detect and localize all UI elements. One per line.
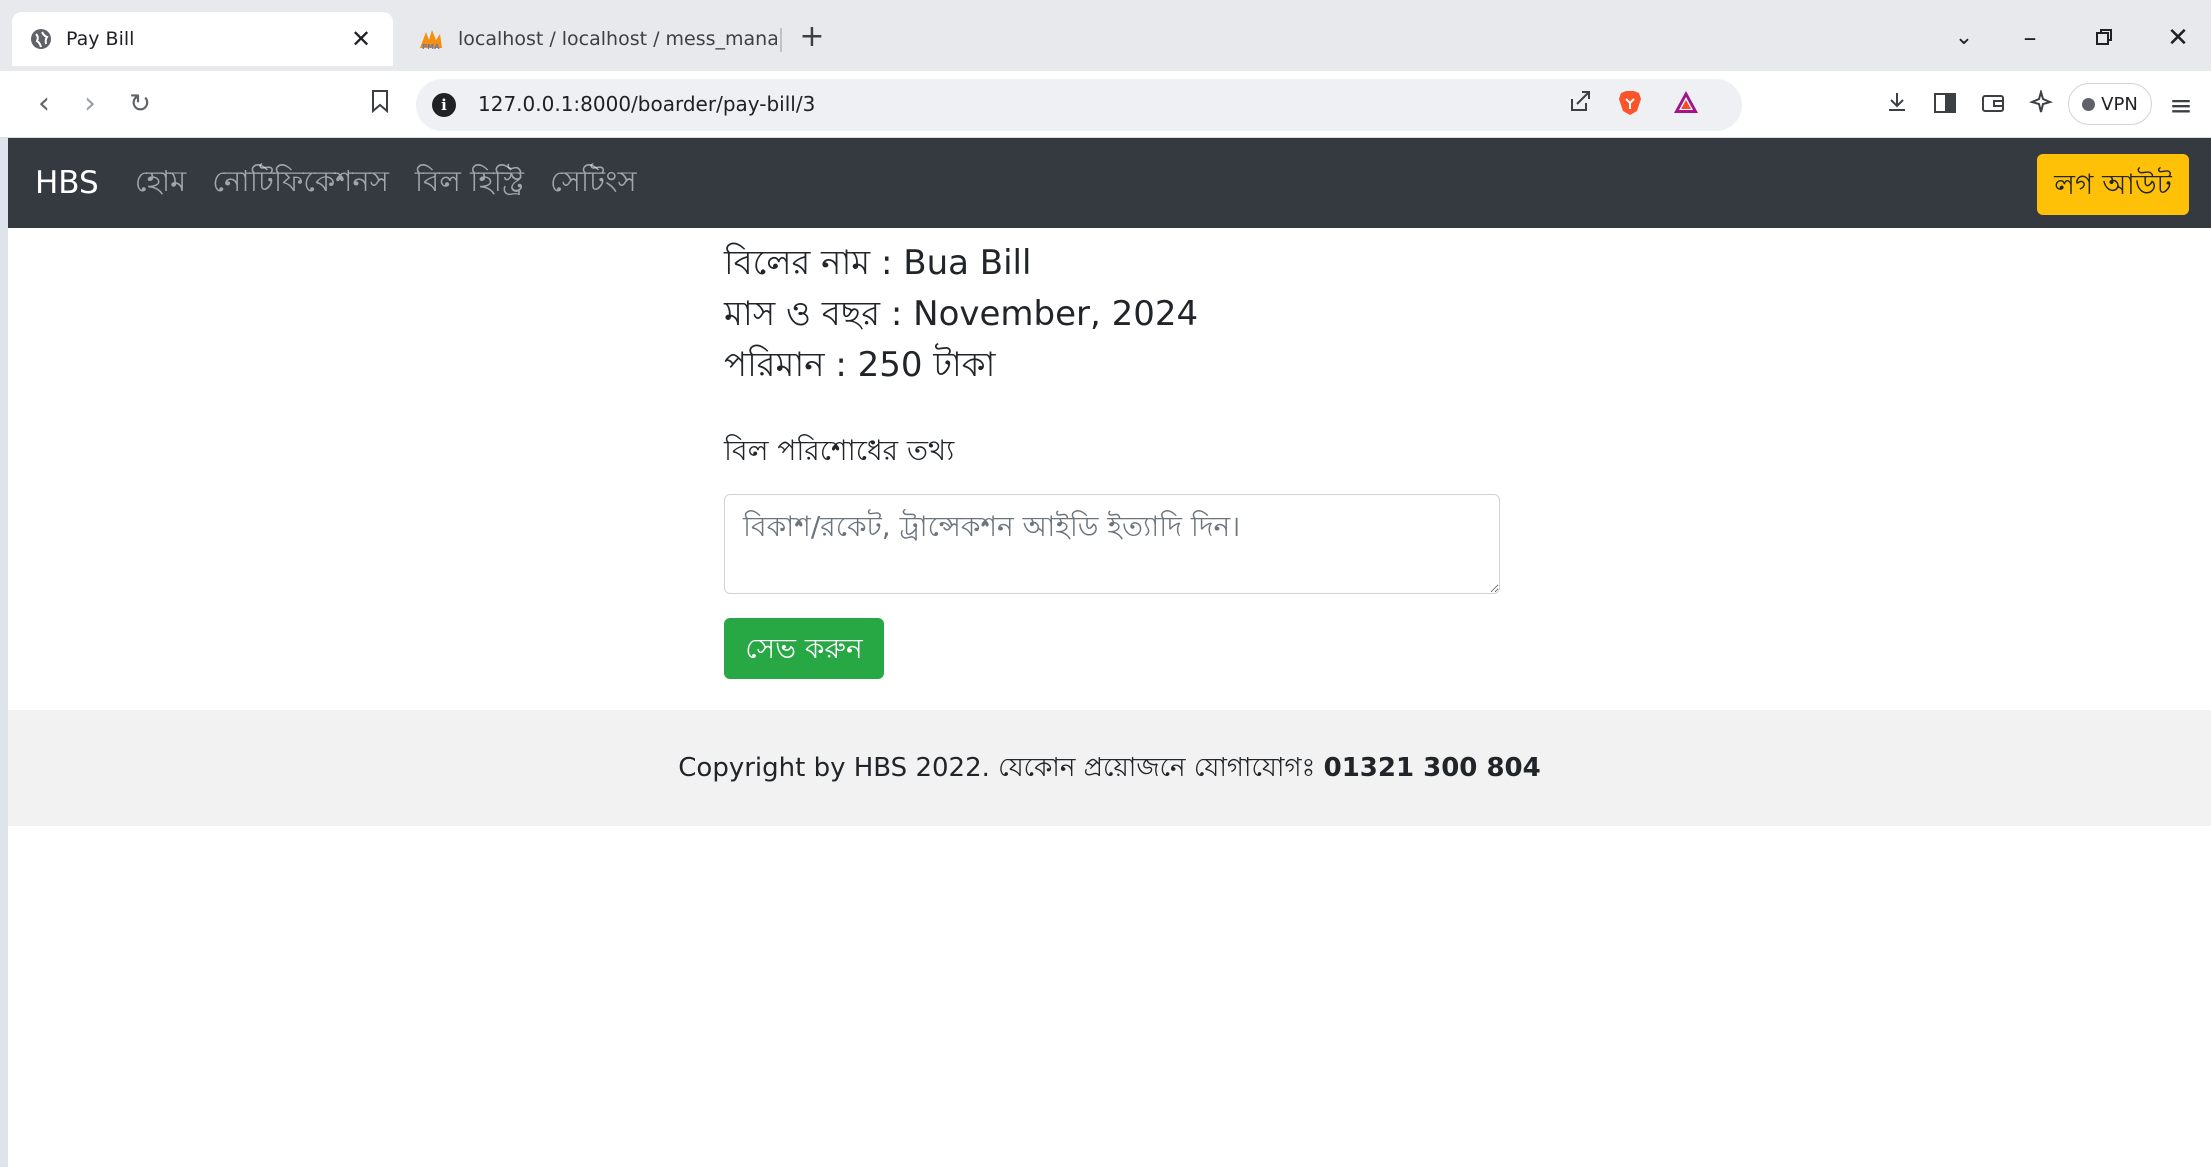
reload-icon[interactable]: ↻ bbox=[120, 85, 160, 125]
payment-info-label: বিল পরিশোধের তথ্য bbox=[724, 434, 955, 467]
close-icon[interactable]: ✕ bbox=[347, 25, 375, 53]
footer: Copyright by HBS 2022. যেকোন প্রয়োজনে য… bbox=[8, 710, 2211, 826]
minimize-icon[interactable]: – bbox=[2010, 18, 2050, 58]
bookmark-icon[interactable] bbox=[360, 85, 400, 125]
navbar-brand[interactable]: HBS bbox=[35, 165, 99, 201]
svg-text:PMA: PMA bbox=[422, 43, 440, 50]
brave-shields-icon[interactable] bbox=[1614, 89, 1646, 121]
bill-month-year: মাস ও বছর : November, 2024 bbox=[724, 294, 1199, 334]
tab-separator bbox=[780, 28, 782, 52]
nav-link-home[interactable]: হোম bbox=[135, 159, 187, 208]
globe-icon bbox=[31, 29, 51, 49]
nav-links: হোম নোটিফিকেশনস বিল হিস্ট্রি সেটিংস bbox=[135, 159, 663, 208]
nav-link-settings[interactable]: সেটিংস bbox=[550, 159, 637, 208]
navbar: HBS হোম নোটিফিকেশনস বিল হিস্ট্রি সেটিংস … bbox=[8, 138, 2211, 228]
tab-title: Pay Bill bbox=[66, 28, 135, 50]
vpn-button[interactable]: VPN bbox=[2068, 83, 2152, 125]
nav-link-notifications[interactable]: নোটিফিকেশনস bbox=[212, 159, 389, 208]
downloads-icon[interactable] bbox=[1880, 89, 1914, 123]
url-text[interactable]: 127.0.0.1:8000/boarder/pay-bill/3 bbox=[478, 92, 815, 116]
save-button[interactable]: সেভ করুন bbox=[724, 618, 884, 679]
new-tab-plus-icon[interactable]: + bbox=[796, 22, 828, 54]
page: HBS হোম নোটিফিকেশনস বিল হিস্ট্রি সেটিংস … bbox=[8, 138, 2211, 1167]
share-icon[interactable] bbox=[1564, 89, 1596, 121]
tab-title: localhost / localhost / mess_manage bbox=[458, 28, 777, 50]
back-icon[interactable]: ‹ bbox=[24, 85, 64, 125]
footer-phone: 01321 300 804 bbox=[1323, 753, 1541, 783]
brave-rewards-icon[interactable] bbox=[1670, 89, 1702, 121]
logout-button[interactable]: লগ আউট bbox=[2037, 154, 2189, 215]
tab-pay-bill[interactable]: Pay Bill ✕ bbox=[12, 12, 393, 66]
nav-link-bill-history[interactable]: বিল হিস্ট্রি bbox=[415, 159, 524, 208]
footer-copyright: Copyright by HBS 2022. যেকোন প্রয়োজনে য… bbox=[678, 753, 1324, 783]
forward-icon[interactable]: › bbox=[70, 85, 110, 125]
pay-bill-content: বিলের নাম : Bua Bill মাস ও বছর : Novembe… bbox=[724, 238, 1504, 679]
bill-name: বিলের নাম : Bua Bill bbox=[724, 243, 1032, 283]
phpmyadmin-icon: PMA bbox=[420, 30, 442, 50]
menu-icon[interactable]: ≡ bbox=[2164, 89, 2198, 123]
vpn-status-icon bbox=[2082, 97, 2096, 111]
tab-search-chevron-icon[interactable]: ⌄ bbox=[1944, 18, 1984, 58]
tab-strip: Pay Bill ✕ PMA localhost / localhost / m… bbox=[0, 0, 2211, 71]
site-info-icon[interactable]: i bbox=[432, 93, 456, 117]
close-window-icon[interactable]: ✕ bbox=[2158, 18, 2198, 58]
wallet-icon[interactable] bbox=[1976, 89, 2010, 123]
browser-toolbar: ‹ › ↻ i 127.0.0.1:8000/boarder/pay-bill/… bbox=[0, 71, 2211, 138]
sidebar-icon[interactable] bbox=[1928, 89, 1962, 123]
vpn-label: VPN bbox=[2101, 93, 2138, 115]
tab-phpmyadmin[interactable]: PMA localhost / localhost / mess_manage bbox=[410, 12, 785, 66]
restore-icon[interactable] bbox=[2084, 18, 2124, 58]
payment-info-textarea[interactable] bbox=[724, 494, 1500, 594]
leo-ai-icon[interactable] bbox=[2024, 88, 2058, 123]
address-bar[interactable]: i 127.0.0.1:8000/boarder/pay-bill/3 bbox=[416, 79, 1742, 131]
bill-amount: পরিমান : 250 টাকা bbox=[724, 345, 996, 385]
window-edge bbox=[0, 138, 8, 1167]
